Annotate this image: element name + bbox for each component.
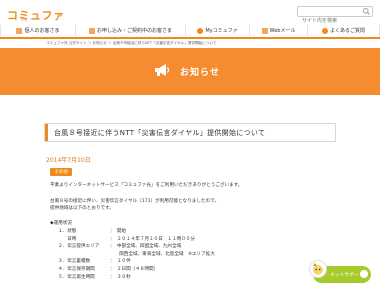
search-icon[interactable] xyxy=(362,7,371,16)
outline-value: ： ２０１４年７月１０日 １１時００分 xyxy=(110,236,195,242)
outline-row: ３．伝言蓄積数 ： １０件 xyxy=(50,258,215,266)
mail-icon xyxy=(261,27,268,34)
site-logo[interactable]: コミュファ ctc xyxy=(7,4,65,23)
outline-label: ４．伝言保存期間 xyxy=(58,266,95,272)
outline-label: ３．伝言蓄積数 xyxy=(58,259,91,265)
mascot-icon xyxy=(309,260,327,278)
article-date: 2014年7月10日 xyxy=(46,157,91,164)
nav-label: よくあるご質問 xyxy=(329,28,365,34)
article-paragraph: 提供地域は以下のとおりです。 xyxy=(50,206,114,211)
question-icon xyxy=(321,27,328,34)
logo-sub-text: ctc xyxy=(21,17,27,22)
nav-item-personal[interactable]: 個人のお客さま xyxy=(0,25,76,36)
outline-row: 関西全域、東海全域、北陸全域 ※エリア拡大 xyxy=(50,251,215,259)
nav-label: Myコミュファ xyxy=(205,28,238,34)
outline-row: １．状態 ： 開始 xyxy=(50,228,215,236)
category-tag: その他 xyxy=(50,168,72,176)
chevron-right-icon xyxy=(360,270,368,284)
logo-text: コミュファ xyxy=(7,9,65,22)
outline-value: ： 開始 xyxy=(110,229,127,234)
article-paragraph: 台風８号の接近に伴い、災害伝言ダイヤル（171）が利用可能となりましたので、 xyxy=(50,199,220,204)
nav-item-webmail[interactable]: Webメール xyxy=(250,25,308,36)
support-label: ネットサポート xyxy=(330,273,364,278)
document-icon xyxy=(88,27,95,34)
page-banner: お知らせ xyxy=(0,48,380,95)
nav-item-my-commufa[interactable]: Myコミュファ xyxy=(186,25,250,36)
outline-value: ： 中部全域、四国全域、九州全域 xyxy=(110,244,182,250)
breadcrumb[interactable]: コミュファ光 公式サイト ＞ お知らせ ＞ 台風８号接近に伴うNTT「災害伝言ダ… xyxy=(46,41,217,46)
outline-row: ２．伝言提供エリア ： 中部全域、四国全域、九州全域 xyxy=(50,243,215,251)
outline-label xyxy=(50,251,110,259)
outline-label: ５．伝言再生時間 xyxy=(58,274,95,280)
nav-label: Webメール xyxy=(269,28,296,34)
outline-label: １．状態 xyxy=(58,229,77,234)
outline-list: １．状態 ： 開始 日時 ： ２０１４年７月１０日 １１時００分 ２．伝言提供エ… xyxy=(50,228,215,281)
outline-row: ４．伝言保存期間 ： ２日間（４８時間） xyxy=(50,266,215,274)
page-title: お知らせ xyxy=(180,68,220,78)
house-icon xyxy=(16,27,23,34)
article-title: 台風８号接近に伴うNTT「災害伝言ダイヤル」提供開始について xyxy=(54,129,266,137)
outline-label: ２．伝言提供エリア xyxy=(58,244,100,250)
search-box xyxy=(297,6,373,26)
nav-item-application[interactable]: お申し込み・ご契約中のお客さま xyxy=(76,25,186,36)
outline-heading: ◆運用状況 xyxy=(50,221,72,226)
outline-value: ： ２日間（４８時間） xyxy=(110,266,159,272)
outline-value: ： １０件 xyxy=(110,259,131,265)
outline-row: 日時 ： ２０１４年７月１０日 １１時００分 xyxy=(50,236,215,244)
nav-label: お申し込み・ご契約中のお客さま xyxy=(96,28,172,34)
nav-label: 個人のお客さま xyxy=(24,28,60,34)
site-header: コミュファ ctc 個人のお客さま お申し込み・ご契約中のお客さま Myコミュフ… xyxy=(0,0,380,36)
heart-icon xyxy=(197,27,204,34)
megaphone-icon xyxy=(155,64,170,76)
outline-row: ５．伝言再生時間 ： ３０秒 xyxy=(50,274,215,282)
article-paragraph: 平素よりインターネットサービス「コミュファ光」をご利用いただきありがとうございま… xyxy=(50,183,243,188)
nav-item-faq[interactable]: よくあるご質問 xyxy=(308,25,380,36)
header-accent-bar xyxy=(0,37,380,39)
outline-value: ： ３０秒 xyxy=(110,274,131,280)
outline-value: 関西全域、東海全域、北陸全域 ※エリア拡大 xyxy=(110,251,215,257)
global-nav: 個人のお客さま お申し込み・ご契約中のお客さま Myコミュファ Webメール よ… xyxy=(0,25,380,36)
article-title-box: 台風８号接近に伴うNTT「災害伝言ダイヤル」提供開始について xyxy=(44,123,336,142)
outline-label: 日時 xyxy=(58,236,77,242)
net-support-button[interactable]: ネットサポート xyxy=(309,260,371,284)
